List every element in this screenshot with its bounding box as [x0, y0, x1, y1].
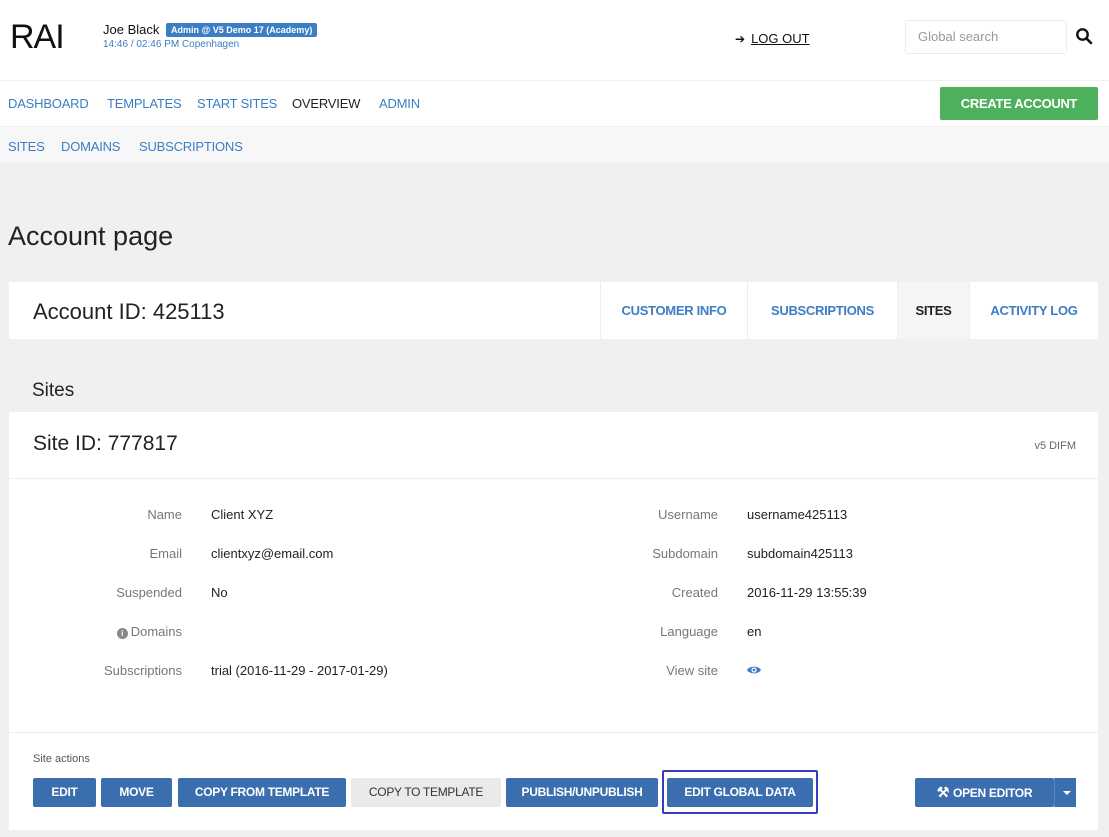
publish-unpublish-button[interactable]: PUBLISH/UNPUBLISH	[506, 778, 658, 807]
user-info: Joe Black Admin @ V5 Demo 17 (Academy) 1…	[103, 22, 318, 50]
nav-dashboard[interactable]: DASHBOARD	[8, 96, 89, 111]
divider	[9, 732, 1098, 733]
selection-highlight	[662, 770, 818, 814]
name-label: Name	[147, 507, 182, 522]
search-icon[interactable]	[1075, 27, 1093, 45]
username-label: Username	[658, 507, 718, 522]
app-logo[interactable]: RAI	[10, 18, 65, 57]
name-value: Client XYZ	[211, 507, 274, 522]
username-value: username425113	[747, 507, 848, 522]
nav-templates[interactable]: TEMPLATES	[107, 96, 182, 111]
tab-sites[interactable]: SITES	[897, 282, 969, 339]
site-actions-label: Site actions	[33, 753, 90, 765]
create-account-button[interactable]: CREATE ACCOUNT	[940, 87, 1098, 120]
account-bar: Account ID: 425113 CUSTOMER INFO SUBSCRI…	[9, 282, 1098, 339]
move-button[interactable]: MOVE	[101, 778, 172, 807]
created-value: 2016-11-29 13:55:39	[747, 585, 867, 600]
site-card: Site ID: 777817 v5 DIFM Name Client XYZ …	[9, 412, 1098, 830]
email-value: clientxyz@email.com	[211, 546, 334, 561]
suspended-label: Suspended	[116, 585, 182, 600]
eye-icon[interactable]	[746, 664, 762, 676]
copy-to-template-button[interactable]: COPY TO TEMPLATE	[351, 778, 501, 807]
open-editor-dropdown-toggle[interactable]	[1054, 778, 1076, 807]
sites-heading: Sites	[32, 380, 75, 401]
nav-overview[interactable]: OVERVIEW	[292, 96, 360, 111]
copy-from-template-button[interactable]: COPY FROM TEMPLATE	[178, 778, 346, 807]
sign-out-icon: ➔	[735, 32, 746, 46]
tools-icon: ⚒	[936, 784, 950, 800]
tab-subscriptions[interactable]: SUBSCRIPTIONS	[747, 282, 897, 339]
account-id: Account ID: 425113	[33, 299, 225, 324]
user-name: Joe Black	[103, 22, 160, 37]
logout-link[interactable]: ➔ LOG OUT	[735, 31, 810, 46]
site-id: Site ID: 777817	[33, 432, 178, 455]
nav-admin[interactable]: ADMIN	[379, 96, 420, 111]
logout-label: LOG OUT	[751, 31, 810, 46]
view-site-label: View site	[666, 663, 718, 678]
domains-label: i Domains	[2, 624, 182, 639]
email-label: Email	[149, 546, 182, 561]
tab-activity-log[interactable]: ACTIVITY LOG	[969, 282, 1098, 339]
suspended-value: No	[211, 585, 228, 600]
page-title: Account page	[8, 221, 174, 251]
sub-nav: SITES DOMAINS SUBSCRIPTIONS	[0, 127, 1109, 163]
divider	[9, 478, 1098, 479]
language-label: Language	[660, 624, 718, 639]
nav-start-sites[interactable]: START SITES	[197, 96, 277, 111]
subscriptions-label: Subscriptions	[103, 663, 182, 678]
user-time: 14:46 / 02:46 PM Copenhagen	[103, 39, 240, 50]
subdomain-label: Subdomain	[652, 546, 718, 561]
tab-customer-info[interactable]: CUSTOMER INFO	[600, 282, 747, 339]
top-header: RAI Joe Black Admin @ V5 Demo 17 (Academ…	[0, 0, 1109, 80]
language-value: en	[747, 624, 762, 639]
subnav-subscriptions[interactable]: SUBSCRIPTIONS	[139, 139, 243, 154]
open-editor-button[interactable]: ⚒ OPEN EDITOR	[915, 778, 1054, 807]
subscriptions-value: trial (2016-11-29 - 2017-01-29)	[211, 663, 388, 678]
global-search-input[interactable]: Global search	[905, 20, 1067, 54]
site-tag: v5 DIFM	[1034, 440, 1076, 452]
subnav-sites[interactable]: SITES	[8, 139, 45, 154]
subnav-domains[interactable]: DOMAINS	[61, 139, 120, 154]
user-role-badge: Admin @ V5 Demo 17 (Academy)	[166, 23, 318, 37]
open-editor-label: OPEN EDITOR	[953, 786, 1033, 800]
created-label: Created	[671, 585, 718, 600]
info-icon[interactable]: i	[116, 628, 128, 639]
edit-button[interactable]: EDIT	[33, 778, 96, 807]
domains-label-text: Domains	[130, 624, 182, 639]
subdomain-value: subdomain425113	[747, 546, 854, 561]
